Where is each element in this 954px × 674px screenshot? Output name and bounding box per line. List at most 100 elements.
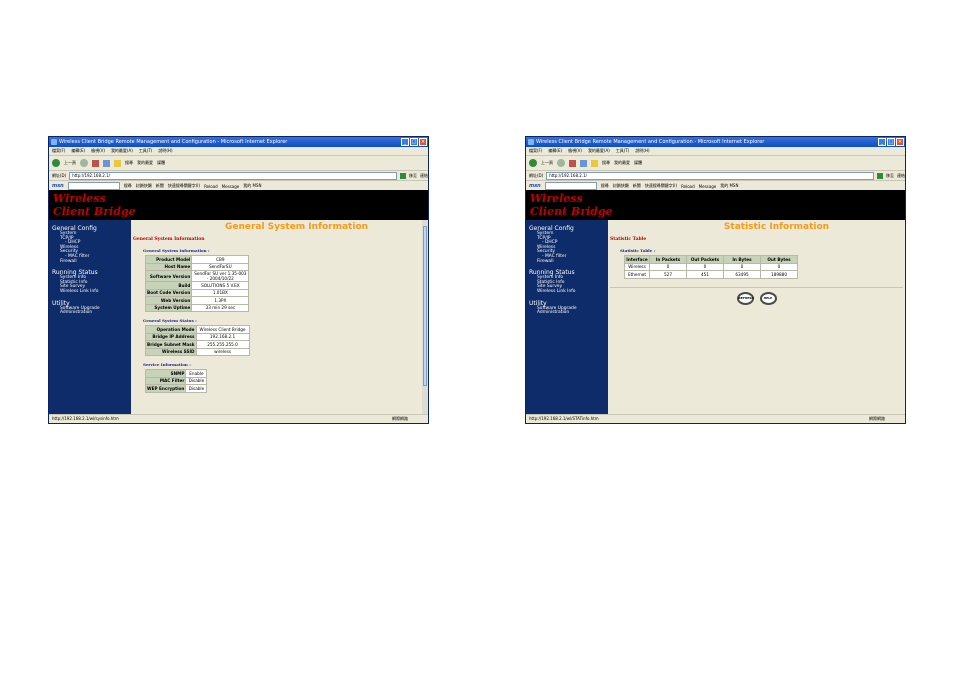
favorites-button[interactable]: 我的最愛 <box>137 160 153 166</box>
my-msn-button[interactable]: 我的 MSN <box>720 183 738 189</box>
menu-edit[interactable]: 編輯(E) <box>548 147 562 155</box>
menu-tools[interactable]: 工具(T) <box>139 147 153 155</box>
menu-file[interactable]: 檔案(F) <box>529 147 542 155</box>
menu-help[interactable]: 說明(H) <box>158 147 172 155</box>
forward-icon[interactable] <box>557 159 565 167</box>
msn-search-input[interactable] <box>544 182 597 190</box>
info-table: Product Model CB9 Host Name SendFarSU Soft… <box>144 255 250 312</box>
ie-icon <box>51 139 57 145</box>
my-msn-button[interactable]: 我的 MSN <box>243 183 261 189</box>
sidebar-running: Running Status System Info Statistic Inf… <box>526 269 608 294</box>
maximize-icon[interactable]: □ <box>410 138 418 146</box>
refresh-icon[interactable] <box>103 159 110 167</box>
media-button[interactable]: 媒體 <box>157 160 165 166</box>
sidebar-general: General Config System TCP/IP - DHCP Wire… <box>49 225 131 264</box>
sidebar-item-administration[interactable]: Administration <box>529 311 608 316</box>
menu-view[interactable]: 檢視(V) <box>91 147 105 155</box>
home-icon[interactable] <box>591 159 598 167</box>
address-label: 網址(D) <box>529 172 544 178</box>
main-panel: Statistic Information Statistic Table St… <box>608 220 905 415</box>
search-button[interactable]: 搜尋 <box>125 160 133 166</box>
table-row: Operation Mode Wireless Client Bridge <box>145 325 250 334</box>
help-button[interactable]: HELP <box>759 291 777 305</box>
page-title: Statistic Information <box>723 222 830 232</box>
news-button[interactable]: 新聞 <box>633 183 641 189</box>
forward-icon[interactable] <box>80 159 88 167</box>
address-input[interactable]: http://192.168.2.1/ <box>69 171 397 180</box>
reload-button[interactable]: Reload <box>204 184 218 189</box>
page-content: Wireless Client Bridge General Config Sy… <box>49 190 428 415</box>
browser-window-statistic-info: Wireless Client Bridge Remote Management… <box>525 136 906 424</box>
sidebar-item-firewall[interactable]: Firewall <box>529 259 608 265</box>
title-bar[interactable]: Wireless Client Bridge Remote Management… <box>49 137 428 147</box>
sidebar-item-wireless-link[interactable]: Wireless Link Info <box>529 289 608 295</box>
scrollbar-thumb[interactable] <box>423 226 427 386</box>
keyword-button[interactable]: 快速搜尋關鍵字(I) <box>645 183 677 189</box>
menu-favorites[interactable]: 我的最愛(A) <box>588 147 610 155</box>
stop-icon[interactable] <box>569 159 576 167</box>
menu-edit[interactable]: 編輯(E) <box>71 147 85 155</box>
back-icon[interactable] <box>529 159 537 167</box>
msn-search-button[interactable]: 搜尋 <box>601 183 609 189</box>
menu-favorites[interactable]: 我的最愛(A) <box>111 147 133 155</box>
go-icon[interactable] <box>400 172 406 179</box>
home-icon[interactable] <box>114 159 121 167</box>
msn-logo: msn <box>529 183 541 189</box>
table-row: Bridge IP Address 192.168.2.1 <box>145 332 250 341</box>
col-out-bytes: Out Bytes <box>760 255 798 264</box>
popup-blocker-button[interactable]: 封鎖快顯 <box>136 183 152 189</box>
go-button[interactable]: 移至 <box>409 173 417 179</box>
table-row: Build SOLUTIONS 5 V.EX <box>144 281 250 290</box>
refresh-button[interactable]: REFRESH <box>736 291 754 305</box>
info-section: General System Information : <box>143 248 422 253</box>
maximize-icon[interactable]: □ <box>887 138 895 146</box>
minimize-icon[interactable]: _ <box>878 138 886 146</box>
col-in-packets: In Packets <box>649 255 687 264</box>
refresh-icon[interactable] <box>580 159 587 167</box>
sidebar-item-firewall[interactable]: Firewall <box>52 259 131 265</box>
table-row: Product Model CB9 <box>144 255 250 264</box>
vertical-scrollbar[interactable] <box>422 220 428 415</box>
address-input[interactable]: http://192.168.2.1/ <box>546 171 874 180</box>
minimize-icon[interactable]: _ <box>401 138 409 146</box>
table-row: System Uptime 33 min 29 sec <box>144 303 250 312</box>
status-zone: 網際網路 <box>392 416 408 421</box>
menu-help[interactable]: 說明(H) <box>635 147 649 155</box>
back-label[interactable]: 上一頁 <box>64 160 76 166</box>
sidebar-item-administration[interactable]: Administration <box>52 311 131 316</box>
table-row: Wireless 0 0 0 0 <box>624 262 798 271</box>
back-icon[interactable] <box>52 159 60 167</box>
menu-view[interactable]: 檢視(V) <box>568 147 582 155</box>
stop-icon[interactable] <box>92 159 99 167</box>
favorites-button[interactable]: 我的最愛 <box>614 160 630 166</box>
menu-bar: 檔案(F) 編輯(E) 檢視(V) 我的最愛(A) 工具(T) 說明(H) <box>526 147 905 156</box>
sidebar-item-wireless-link[interactable]: Wireless Link Info <box>52 289 131 295</box>
menu-file[interactable]: 檔案(F) <box>52 147 65 155</box>
menu-tools[interactable]: 工具(T) <box>616 147 630 155</box>
msn-search-input[interactable] <box>67 182 120 190</box>
reload-button[interactable]: Reload <box>681 184 695 189</box>
msn-search-button[interactable]: 搜尋 <box>124 183 132 189</box>
news-button[interactable]: 新聞 <box>156 183 164 189</box>
search-button[interactable]: 搜尋 <box>602 160 610 166</box>
close-icon[interactable]: × <box>896 138 904 146</box>
table-row: Bridge Subnet Mask 255.255.255.0 <box>145 340 250 349</box>
statistic-section: Statistic Table : <box>620 248 905 253</box>
status-bar: http://192.168.2.1/wl/sysinfo.htm 網際網路 <box>49 414 428 423</box>
links-label[interactable]: 連結 <box>897 173 905 179</box>
close-icon[interactable]: × <box>419 138 427 146</box>
popup-blocker-button[interactable]: 封鎖快顯 <box>613 183 629 189</box>
status-section: General System Status : <box>143 318 422 323</box>
links-label[interactable]: 連結 <box>420 173 428 179</box>
title-bar[interactable]: Wireless Client Bridge Remote Management… <box>526 137 905 147</box>
go-button[interactable]: 移至 <box>886 173 894 179</box>
media-button[interactable]: 媒體 <box>634 160 642 166</box>
message-button[interactable]: Message <box>699 184 717 189</box>
message-button[interactable]: Message <box>222 184 240 189</box>
sidebar-utility: Utility Software Upgrade Administration <box>526 300 608 316</box>
go-icon[interactable] <box>877 172 883 179</box>
action-buttons: REFRESH HELP <box>608 291 905 305</box>
back-label[interactable]: 上一頁 <box>541 160 553 166</box>
info-section-label: General System Information : <box>143 248 210 253</box>
keyword-button[interactable]: 快速搜尋關鍵字(I) <box>168 183 200 189</box>
